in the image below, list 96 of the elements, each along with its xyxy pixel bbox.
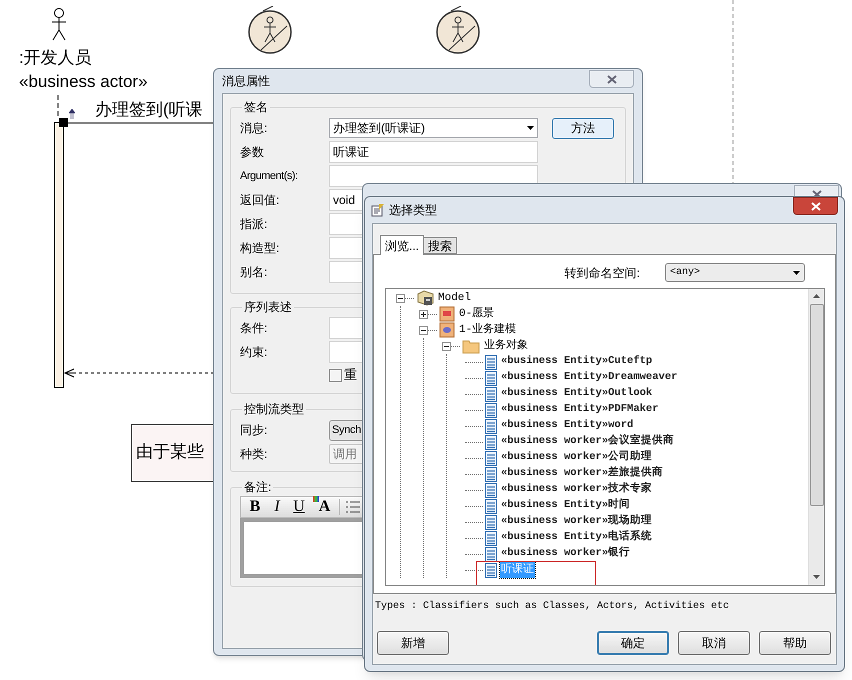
field-label: 指派: [240,216,268,233]
field-label: 种类: [240,446,268,463]
window-title: 选择类型 [389,202,437,219]
field-label: 消息: [240,120,268,137]
window-icon [371,203,385,217]
field-label: 条件: [240,320,268,337]
class-icon [485,450,497,466]
tree-item[interactable]: «business Entity»Cuteftp [500,354,654,370]
field-label: 参数 [240,144,265,161]
database-icon [416,290,434,306]
underline-button[interactable]: U [289,495,309,519]
class-icon [485,514,497,530]
collapse-icon[interactable] [419,326,428,334]
scroll-down-icon[interactable] [813,575,820,579]
package-icon [439,322,455,338]
field-label: 返回值: [240,192,280,209]
checkbox-label: 重 [344,366,357,384]
class-icon [485,466,497,482]
class-icon [485,562,497,578]
class-icon [485,418,497,434]
group-label: 序列表述 [243,299,293,316]
tree-item[interactable]: «business Entity»word [500,418,634,434]
tree-item[interactable]: «business worker»公司助理 [500,450,654,466]
close-button[interactable] [793,197,838,215]
package-icon [439,306,455,322]
text-field[interactable]: 听课证 [329,141,538,163]
tree-item[interactable]: «business Entity»电话系统 [500,530,654,546]
class-icon [485,402,497,418]
dropdown-arrow-icon [527,126,534,130]
font-color-button[interactable]: A [311,495,333,519]
field-label: 构造型: [240,240,280,257]
tree-item[interactable]: 业务对象 [483,338,529,354]
up-arrow-icon [69,109,75,119]
class-icon [485,530,497,546]
italic-button[interactable]: I [267,495,287,519]
anchor-handle[interactable] [59,118,68,127]
tree-item[interactable]: «business Entity»PDFMaker [500,402,660,418]
actor-name: :开发人员 [19,47,92,69]
window-title: 消息属性 [222,73,270,90]
dialog-button[interactable]: 确定 [597,631,669,655]
method-button[interactable]: 方法 [552,118,614,138]
worker-icon [247,6,293,54]
scrollbar[interactable] [808,289,824,585]
field-label: Argument(s): [240,168,299,184]
note-text: 由于某些 [136,441,204,463]
lifeline [57,95,59,119]
field-label: 别名: [240,264,268,281]
tree-item[interactable]: 1-业务建模 [458,322,518,338]
dialog-button[interactable]: 帮助 [759,631,831,655]
worker-icon [435,6,481,54]
list-icon[interactable] [346,501,360,513]
close-icon [812,190,822,198]
dropdown[interactable]: <any> [665,263,805,282]
close-button[interactable] [589,70,634,88]
scroll-up-icon[interactable] [813,294,820,298]
close-icon [810,202,820,210]
class-icon [485,386,497,402]
group-label: 控制流类型 [243,401,305,418]
collapse-icon[interactable] [442,342,451,350]
status-text: Types : Classifiers such as Classes, Actors, Activities etc [374,600,730,614]
class-icon [485,434,497,450]
scrollbar-thumb[interactable] [810,304,824,506]
expand-icon[interactable] [419,310,428,318]
collapse-icon[interactable] [396,294,405,302]
tree-item[interactable]: «business worker»差旅提供商 [500,466,664,482]
dropdown-arrow-icon [793,270,800,274]
field-label: 转到命名空间: [564,264,640,282]
tree-item[interactable]: «business worker»技术专家 [500,482,654,498]
message-label: 办理签到(听课 [95,99,203,121]
bold-button[interactable]: B [245,495,265,519]
dropdown[interactable]: 办理签到(听课证) [329,118,538,138]
actor-stereotype: «business actor» [19,71,148,93]
tree-item[interactable]: «business Entity»Dreamweaver [500,370,678,386]
tree-item[interactable]: 0-愿景 [458,306,496,322]
group-label: 备注: [243,479,272,496]
dialog-button[interactable]: 取消 [678,631,750,655]
close-icon [606,74,616,84]
class-icon [485,354,497,370]
tree-item[interactable]: «business worker»现场助理 [500,514,654,530]
field-label: 约束: [240,344,268,361]
dialog-button[interactable]: 新增 [377,631,449,655]
class-icon [485,482,497,498]
tree-item[interactable]: Model [437,290,472,306]
tab[interactable]: 搜索 [423,237,458,254]
group-label: 签名 [243,99,269,116]
checkbox[interactable] [329,368,342,382]
class-icon [485,370,497,386]
actor-icon [50,8,68,42]
tab[interactable]: 浏览... [380,235,424,255]
tree-item[interactable]: «business Entity»时间 [500,498,632,514]
tree-item[interactable]: «business worker»会议室提供商 [500,434,676,450]
tree-item[interactable]: «business Entity»Outlook [500,386,654,402]
tree-item[interactable]: «business worker»银行 [500,546,632,562]
class-icon [485,498,497,514]
field-label: 同步: [240,422,268,439]
class-icon [485,546,497,562]
